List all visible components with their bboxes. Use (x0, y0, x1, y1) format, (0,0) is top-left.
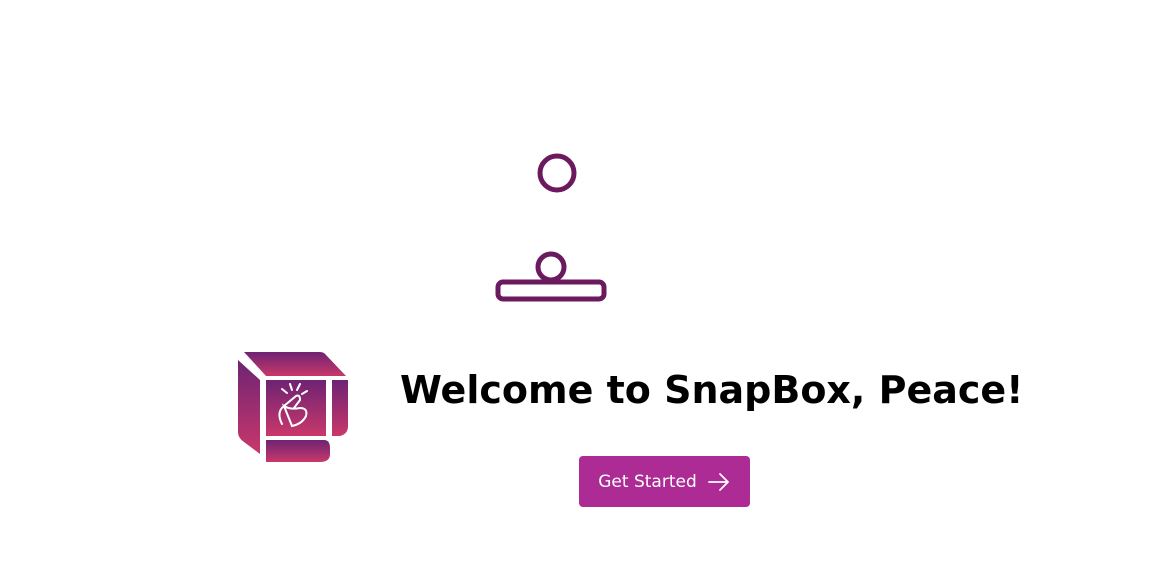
snapbox-logo (238, 352, 348, 462)
head-circle (537, 153, 577, 193)
person-at-desk-icon (495, 153, 607, 302)
welcome-title: Welcome to SnapBox, Peace! (400, 368, 1024, 412)
arrow-right-icon (707, 472, 729, 491)
get-started-label: Get Started (598, 471, 697, 492)
get-started-button[interactable]: Get Started (579, 456, 750, 507)
desk-base (495, 279, 607, 302)
small-head-circle (535, 251, 567, 283)
